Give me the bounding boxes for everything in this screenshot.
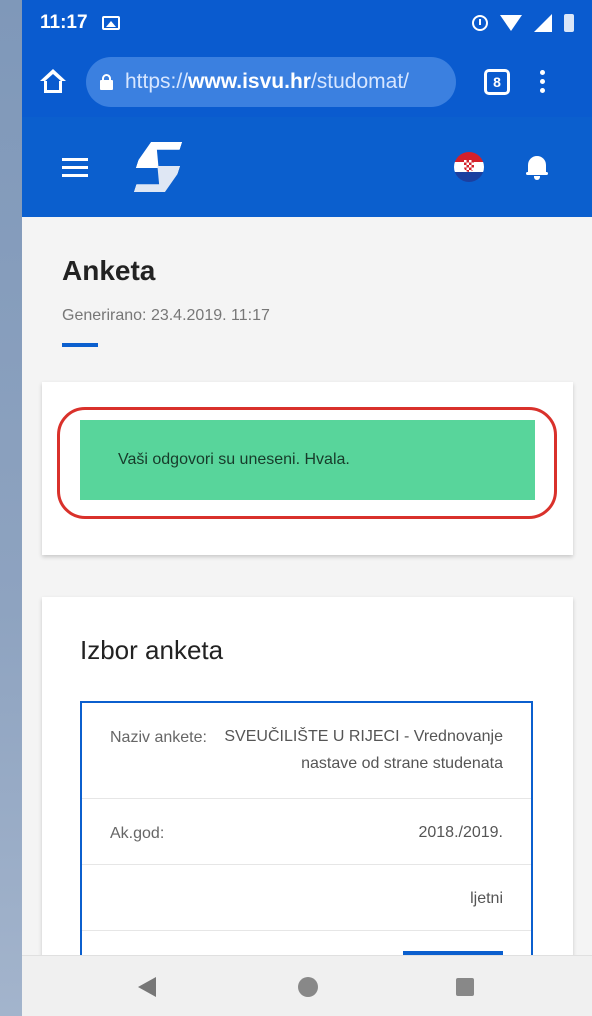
- bell-icon[interactable]: [526, 154, 548, 180]
- home-icon[interactable]: [36, 65, 70, 99]
- image-icon: [101, 16, 120, 30]
- url-path: /studomat/: [310, 69, 410, 93]
- android-nav-bar: [22, 955, 592, 1016]
- success-message-text: Vaši odgovori su uneseni. Hvala.: [118, 451, 350, 468]
- home-circle-icon[interactable]: [298, 977, 318, 997]
- main-content: Anketa Generirano: 23.4.2019. 11:17 Vaši…: [22, 217, 592, 955]
- table-row: Ak.god: 2018./2019.: [82, 799, 531, 865]
- wifi-icon: [500, 15, 522, 31]
- survey-card-title: Izbor anketa: [80, 635, 224, 665]
- status-time: 11:17: [40, 12, 88, 33]
- desktop-background-strip: [0, 0, 22, 1016]
- row-label: Ak.god:: [110, 825, 165, 842]
- row-value: 2018./2019.: [418, 824, 503, 841]
- url-domain: www.isvu.hr: [188, 69, 311, 93]
- status-icons: [472, 14, 574, 32]
- row-label: Naziv ankete:: [110, 729, 207, 746]
- back-icon[interactable]: [138, 977, 156, 997]
- address-bar[interactable]: https://www.isvu.hr/studomat/: [86, 56, 456, 107]
- croatian-flag-icon[interactable]: [454, 152, 484, 182]
- app-header: [22, 117, 592, 217]
- table-row: Naziv ankete: SVEUČILIŠTE U RIJECI - Vre…: [82, 703, 531, 799]
- status-bar: 11:17: [22, 0, 592, 46]
- signal-icon: [534, 14, 552, 32]
- generated-timestamp: Generirano: 23.4.2019. 11:17: [62, 307, 270, 324]
- page-title: Anketa: [62, 255, 156, 286]
- browser-chrome: 11:17 https://www.isvu.hr/studomat/ 8: [22, 0, 592, 117]
- hamburger-icon[interactable]: [62, 157, 88, 177]
- table-row: ljetni: [82, 865, 531, 931]
- browser-url-row: https://www.isvu.hr/studomat/ 8: [22, 46, 592, 117]
- success-message: Vaši odgovori su uneseni. Hvala.: [80, 420, 535, 500]
- title-underline: [62, 343, 98, 347]
- survey-card: Izbor anketa Naziv ankete: SVEUČILIŠTE U…: [42, 597, 573, 955]
- tab-switcher-button[interactable]: 8: [484, 68, 510, 95]
- battery-icon: [564, 14, 574, 32]
- phone-screen: 11:17 https://www.isvu.hr/studomat/ 8 An…: [22, 0, 592, 1016]
- lock-icon: [100, 73, 113, 90]
- more-options-icon[interactable]: [540, 70, 545, 93]
- alarm-icon: [472, 15, 488, 31]
- message-card: Vaši odgovori su uneseni. Hvala.: [42, 382, 573, 555]
- row-value: SVEUČILIŠTE U RIJECI - Vrednovanje nasta…: [224, 728, 503, 772]
- recent-apps-icon[interactable]: [456, 978, 474, 996]
- survey-table[interactable]: Naziv ankete: SVEUČILIŠTE U RIJECI - Vre…: [80, 701, 533, 955]
- studomat-logo[interactable]: [136, 140, 180, 194]
- row-value: ljetni: [470, 890, 503, 907]
- url-prefix: https://: [125, 69, 189, 93]
